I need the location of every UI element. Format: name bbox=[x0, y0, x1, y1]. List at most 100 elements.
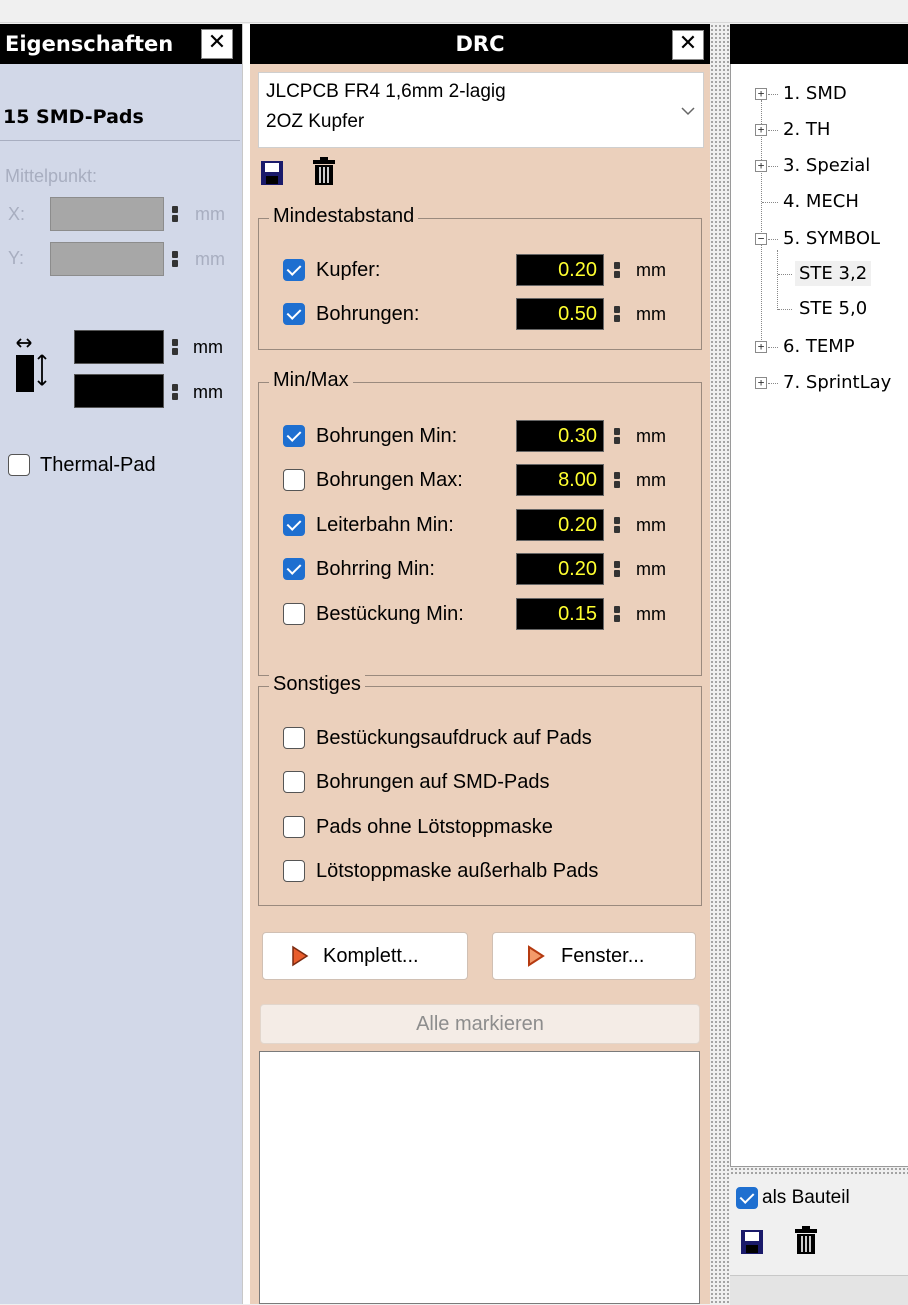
placement-min-unit: mm bbox=[636, 604, 666, 624]
tree-guide bbox=[768, 347, 778, 348]
preset-line-2: 2OZ Kupfer bbox=[266, 111, 365, 132]
placement-min-spinner[interactable] bbox=[614, 606, 620, 622]
minmax-legend: Min/Max bbox=[269, 369, 353, 392]
properties-title-bar: Eigenschaften ✕ bbox=[0, 24, 242, 64]
tree-item-spezial[interactable]: 3. Spezial bbox=[783, 155, 870, 176]
track-min-checkbox[interactable] bbox=[283, 514, 305, 536]
panel-splitter[interactable] bbox=[710, 24, 730, 1304]
misc-legend: Sonstiges bbox=[269, 673, 365, 696]
collapse-icon[interactable]: − bbox=[755, 233, 767, 245]
drills-on-smd-label: Bohrungen auf SMD-Pads bbox=[316, 771, 550, 793]
bohrungen-checkbox[interactable] bbox=[283, 303, 305, 325]
y-input[interactable] bbox=[50, 242, 164, 276]
properties-close-button[interactable]: ✕ bbox=[201, 29, 233, 59]
complete-check-label: Komplett... bbox=[323, 945, 419, 967]
tree-item-ste-5-0[interactable]: STE 5,0 bbox=[799, 298, 867, 319]
drill-min-spinner[interactable] bbox=[614, 428, 620, 444]
drc-close-button[interactable]: ✕ bbox=[672, 30, 704, 60]
expand-icon[interactable]: + bbox=[755, 341, 767, 353]
top-strip bbox=[0, 0, 908, 23]
chevron-down-icon bbox=[681, 99, 695, 122]
expand-icon[interactable]: + bbox=[755, 88, 767, 100]
expand-icon[interactable]: + bbox=[755, 377, 767, 389]
placement-min-value[interactable]: 0.15 bbox=[516, 598, 604, 630]
x-input[interactable] bbox=[50, 197, 164, 231]
save-icon[interactable] bbox=[740, 1229, 764, 1261]
kupfer-label: Kupfer: bbox=[316, 259, 381, 281]
drill-min-unit: mm bbox=[636, 426, 666, 446]
kupfer-checkbox[interactable] bbox=[283, 259, 305, 281]
min-clearance-group: Mindestabstand bbox=[258, 205, 702, 350]
drill-min-label: Bohrungen Min: bbox=[316, 425, 458, 447]
trash-icon[interactable] bbox=[794, 1225, 818, 1261]
library-title-bar bbox=[730, 24, 908, 64]
drc-title: DRC bbox=[455, 32, 505, 56]
tree-guide bbox=[768, 383, 778, 384]
pad-width-spinner[interactable] bbox=[172, 339, 178, 355]
pad-height-input[interactable] bbox=[74, 374, 164, 408]
bohrungen-unit: mm bbox=[636, 304, 666, 324]
drills-on-smd-checkbox[interactable] bbox=[283, 771, 305, 793]
drill-max-spinner[interactable] bbox=[614, 472, 620, 488]
as-component-checkbox[interactable] bbox=[736, 1187, 758, 1209]
window-check-button[interactable]: Fenster... bbox=[492, 932, 696, 980]
kupfer-spinner[interactable] bbox=[614, 262, 620, 278]
x-label: X: bbox=[8, 204, 26, 224]
preset-line-1: JLCPCB FR4 1,6mm 2-lagig bbox=[266, 81, 506, 102]
annular-min-spinner[interactable] bbox=[614, 561, 620, 577]
track-min-value[interactable]: 0.20 bbox=[516, 509, 604, 541]
pad-width-input[interactable] bbox=[74, 330, 164, 364]
thermal-pad-checkbox[interactable] bbox=[8, 454, 30, 476]
expand-icon[interactable]: + bbox=[755, 160, 767, 172]
drill-min-value[interactable]: 0.30 bbox=[516, 420, 604, 452]
tree-item-ste-3-2[interactable]: STE 3,2 bbox=[795, 261, 872, 286]
pads-no-mask-checkbox[interactable] bbox=[283, 816, 305, 838]
expand-icon[interactable]: + bbox=[755, 124, 767, 136]
divider bbox=[0, 140, 240, 141]
save-icon[interactable] bbox=[260, 160, 284, 192]
tree-splitter[interactable] bbox=[730, 1167, 908, 1175]
bohrungen-spinner[interactable] bbox=[614, 306, 620, 322]
bohrungen-value[interactable]: 0.50 bbox=[516, 298, 604, 330]
trash-icon[interactable] bbox=[312, 156, 336, 192]
as-component-label: als Bauteil bbox=[762, 1187, 850, 1208]
preset-dropdown[interactable]: JLCPCB FR4 1,6mm 2-lagig 2OZ Kupfer bbox=[258, 72, 704, 148]
pads-no-mask-label: Pads ohne Lötstoppmaske bbox=[316, 816, 553, 838]
kupfer-value[interactable]: 0.20 bbox=[516, 254, 604, 286]
tree-item-mech[interactable]: 4. MECH bbox=[783, 191, 859, 212]
drc-result-list[interactable] bbox=[259, 1051, 700, 1304]
preview-area bbox=[730, 1275, 908, 1305]
tree-item-th[interactable]: 2. TH bbox=[783, 119, 830, 140]
y-unit: mm bbox=[195, 249, 225, 269]
drill-max-checkbox[interactable] bbox=[283, 469, 305, 491]
silkscreen-on-pads-checkbox[interactable] bbox=[283, 727, 305, 749]
annular-min-label: Bohrring Min: bbox=[316, 558, 435, 580]
tree-item-temp[interactable]: 6. TEMP bbox=[783, 336, 855, 357]
selection-title: 15 SMD-Pads bbox=[3, 106, 144, 128]
complete-check-button[interactable]: Komplett... bbox=[262, 932, 468, 980]
mark-all-button[interactable]: Alle markieren bbox=[260, 1004, 700, 1044]
drill-min-checkbox[interactable] bbox=[283, 425, 305, 447]
track-min-spinner[interactable] bbox=[614, 517, 620, 533]
thermal-pad-label: Thermal-Pad bbox=[40, 454, 156, 476]
tree-guide bbox=[761, 100, 762, 344]
pad-size-icon bbox=[14, 336, 48, 394]
annular-min-checkbox[interactable] bbox=[283, 558, 305, 580]
tree-item-symbol[interactable]: 5. SYMBOL bbox=[783, 228, 880, 249]
library-tree[interactable]: + 1. SMD + 2. TH + 3. Spezial 4. MECH − … bbox=[730, 64, 908, 1167]
tree-item-sprintlay[interactable]: 7. SprintLay bbox=[783, 372, 891, 393]
tree-item-smd[interactable]: 1. SMD bbox=[783, 83, 847, 104]
window-check-label: Fenster... bbox=[561, 945, 645, 967]
pad-height-spinner[interactable] bbox=[172, 384, 178, 400]
annular-min-value[interactable]: 0.20 bbox=[516, 553, 604, 585]
tree-guide bbox=[768, 130, 778, 131]
play-icon bbox=[292, 945, 309, 967]
y-spinner[interactable] bbox=[172, 251, 178, 267]
tree-guide bbox=[777, 250, 778, 310]
drill-max-value[interactable]: 8.00 bbox=[516, 464, 604, 496]
x-spinner[interactable] bbox=[172, 206, 178, 222]
placement-min-checkbox[interactable] bbox=[283, 603, 305, 625]
pad-height-unit: mm bbox=[193, 382, 223, 402]
mask-outside-pads-checkbox[interactable] bbox=[283, 860, 305, 882]
track-min-unit: mm bbox=[636, 515, 666, 535]
